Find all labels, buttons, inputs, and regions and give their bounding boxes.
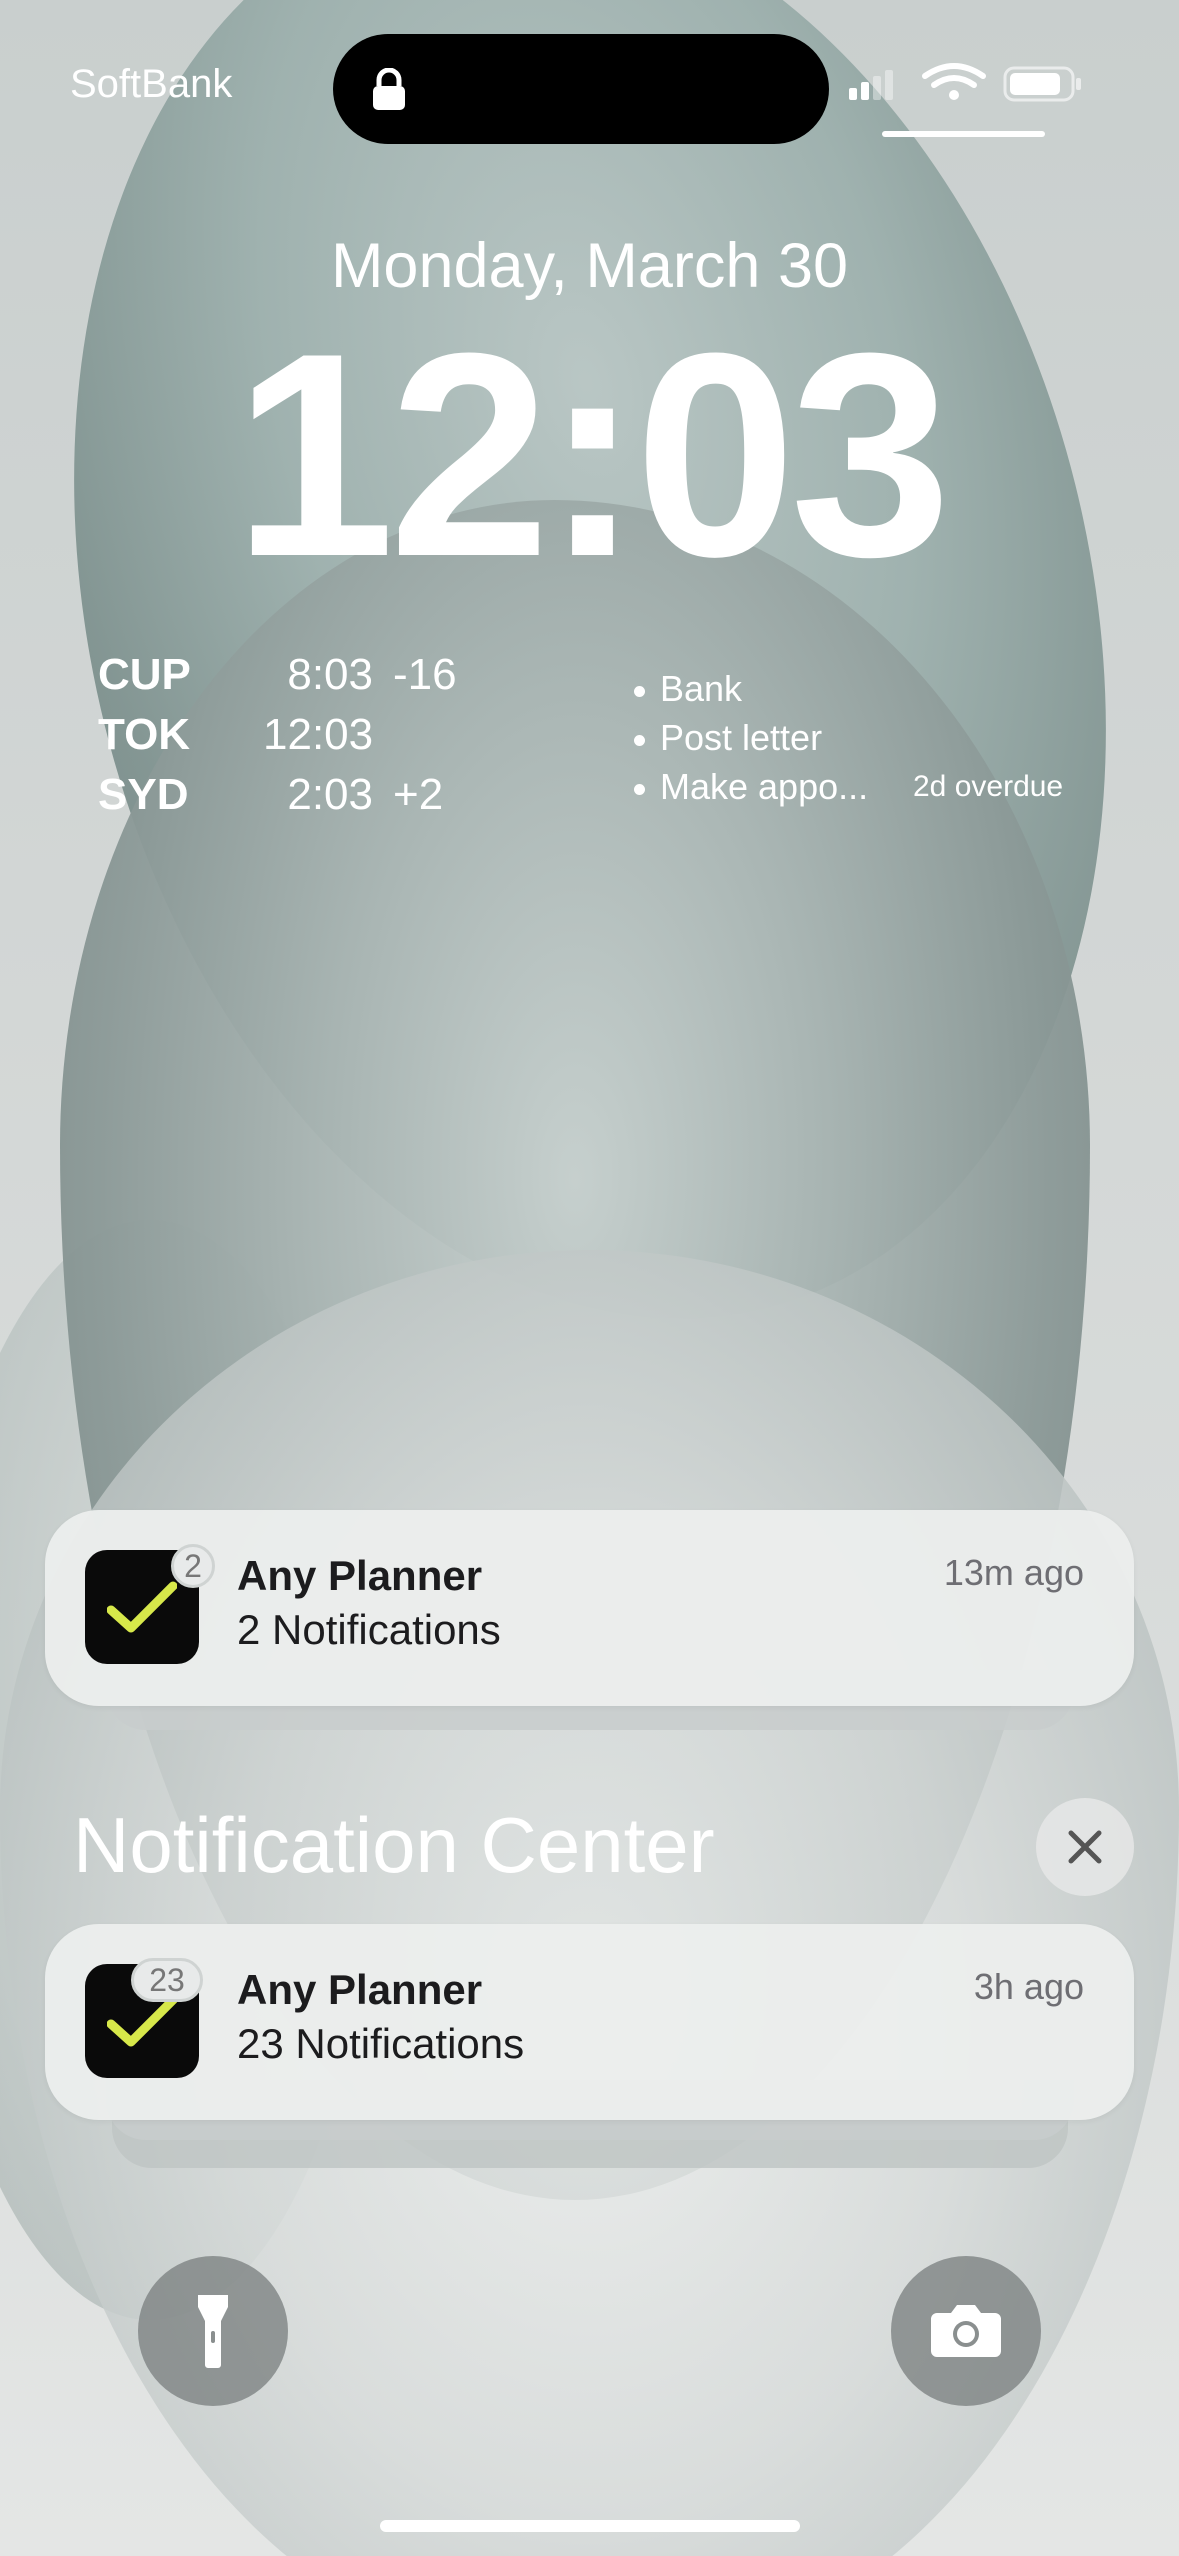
lock-icon	[373, 68, 405, 110]
checkmark-icon	[107, 1995, 177, 2047]
reminder-label: Post letter	[660, 717, 823, 758]
lock-screen-time: 12:03	[233, 293, 952, 617]
flashlight-icon	[198, 2295, 228, 2368]
cellular-signal-icon	[849, 70, 893, 100]
world-clock-time: 12:03	[263, 710, 374, 759]
world-clock-offset: +2	[393, 770, 444, 819]
battery-icon	[1003, 66, 1081, 102]
reminder-label: Make appo...	[660, 766, 869, 807]
notification-count-badge: 23	[131, 1958, 203, 2002]
notification-summary: 2 Notifications	[237, 1606, 501, 1653]
dynamic-island	[333, 34, 829, 144]
notification-app-name: Any Planner	[237, 1966, 483, 2013]
clear-notifications-button[interactable]	[1036, 1798, 1134, 1896]
any-planner-app-icon: 23	[85, 1958, 203, 2078]
notification-app-name: Any Planner	[237, 1552, 483, 1599]
status-icons	[845, 62, 1085, 106]
camera-icon	[931, 2305, 1001, 2357]
wifi-icon	[922, 63, 986, 100]
notification-group[interactable]: 2 Any Planner 2 Notifications 13m ago	[45, 1510, 1134, 1706]
notification-group[interactable]: 23 Any Planner 23 Notifications 3h ago	[45, 1924, 1134, 2120]
notification-time: 13m ago	[943, 1552, 1084, 1593]
world-clock-city: SYD	[98, 770, 189, 819]
world-clock-city: TOK	[98, 710, 191, 759]
reminder-item: Post letter	[634, 717, 1094, 766]
world-clock-offset: -16	[393, 650, 457, 699]
notification-time: 3h ago	[973, 1966, 1084, 2007]
reminder-label: Bank	[660, 668, 743, 709]
carrier-label: SoftBank	[70, 62, 233, 106]
notification-center-title: Notification Center	[73, 1801, 715, 1889]
status-indicator-bar	[882, 131, 1045, 137]
camera-button[interactable]	[891, 2256, 1041, 2406]
overdue-label: 2d overdue	[913, 770, 1064, 803]
world-clock-time: 2:03	[287, 770, 373, 819]
notification-count-badge: 2	[171, 1544, 215, 1588]
notification-summary: 23 Notifications	[237, 2020, 525, 2067]
close-icon	[1068, 1830, 1102, 1864]
flashlight-button[interactable]	[138, 2256, 288, 2406]
reminder-item: Make appo... 2d overdue	[634, 766, 1094, 815]
world-clock-city: CUP	[98, 650, 191, 699]
home-indicator[interactable]	[380, 2520, 800, 2532]
world-clock-time: 8:03	[287, 650, 373, 699]
lock-screen-date: Monday, March 30	[330, 231, 849, 301]
reminders-widget[interactable]: Bank Post letter Make appo... 2d overdue	[634, 668, 1094, 815]
any-planner-app-icon: 2	[85, 1544, 215, 1664]
checkmark-icon	[107, 1581, 177, 1633]
reminder-item: Bank	[634, 668, 1094, 717]
